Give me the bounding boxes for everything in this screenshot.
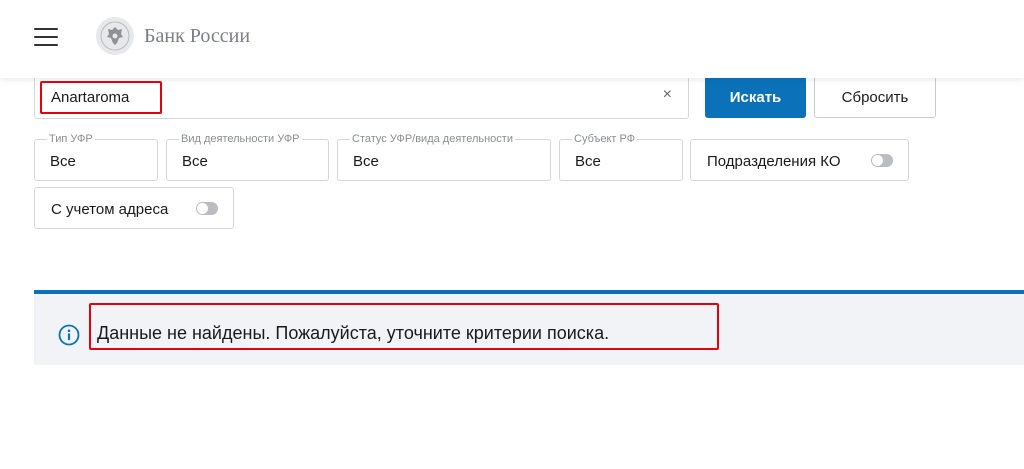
bank-emblem-icon [96,17,134,55]
status-select-value: Все [353,153,379,170]
type-select[interactable]: Тип УФР Все [34,133,158,181]
hamburger-menu-icon[interactable] [34,28,58,46]
activity-select-value: Все [182,153,208,170]
type-select-value: Все [50,153,76,170]
bank-logo[interactable]: Банк России [96,17,250,55]
top-header: Банк России [0,0,1024,78]
info-icon [58,324,80,346]
address-toggle-field[interactable]: С учетом адреса [34,187,234,229]
divisions-toggle-label: Подразделения КО [707,153,841,170]
brand-name: Банк России [144,24,251,47]
no-results-message: Данные не найдены. Пожалуйста, уточните … [34,290,1024,365]
status-select-label: Статус УФР/вида деятельности [350,133,515,145]
address-toggle-label: С учетом адреса [51,201,169,218]
divisions-toggle[interactable] [871,154,893,167]
activity-select[interactable]: Вид деятельности УФР Все [166,133,329,181]
activity-select-label: Вид деятельности УФР [179,133,302,145]
page: Anartaroma × Банк России Искать Сбросить… [0,0,1024,469]
type-select-label: Тип УФР [47,133,95,145]
status-select[interactable]: Статус УФР/вида деятельности Все [337,133,551,181]
subject-select[interactable]: Субъект РФ Все [559,133,683,181]
subject-select-value: Все [575,153,601,170]
subject-select-label: Субъект РФ [572,133,638,145]
reset-button[interactable]: Сбросить [814,76,936,118]
clear-x-icon[interactable]: × [663,87,672,103]
search-input-value: Anartaroma [51,89,130,106]
search-input[interactable]: Anartaroma × [34,74,689,119]
address-toggle[interactable] [196,202,218,215]
search-button[interactable]: Искать [705,76,806,118]
no-results-text: Данные не найдены. Пожалуйста, уточните … [97,323,610,343]
divisions-toggle-field[interactable]: Подразделения КО [690,139,909,181]
